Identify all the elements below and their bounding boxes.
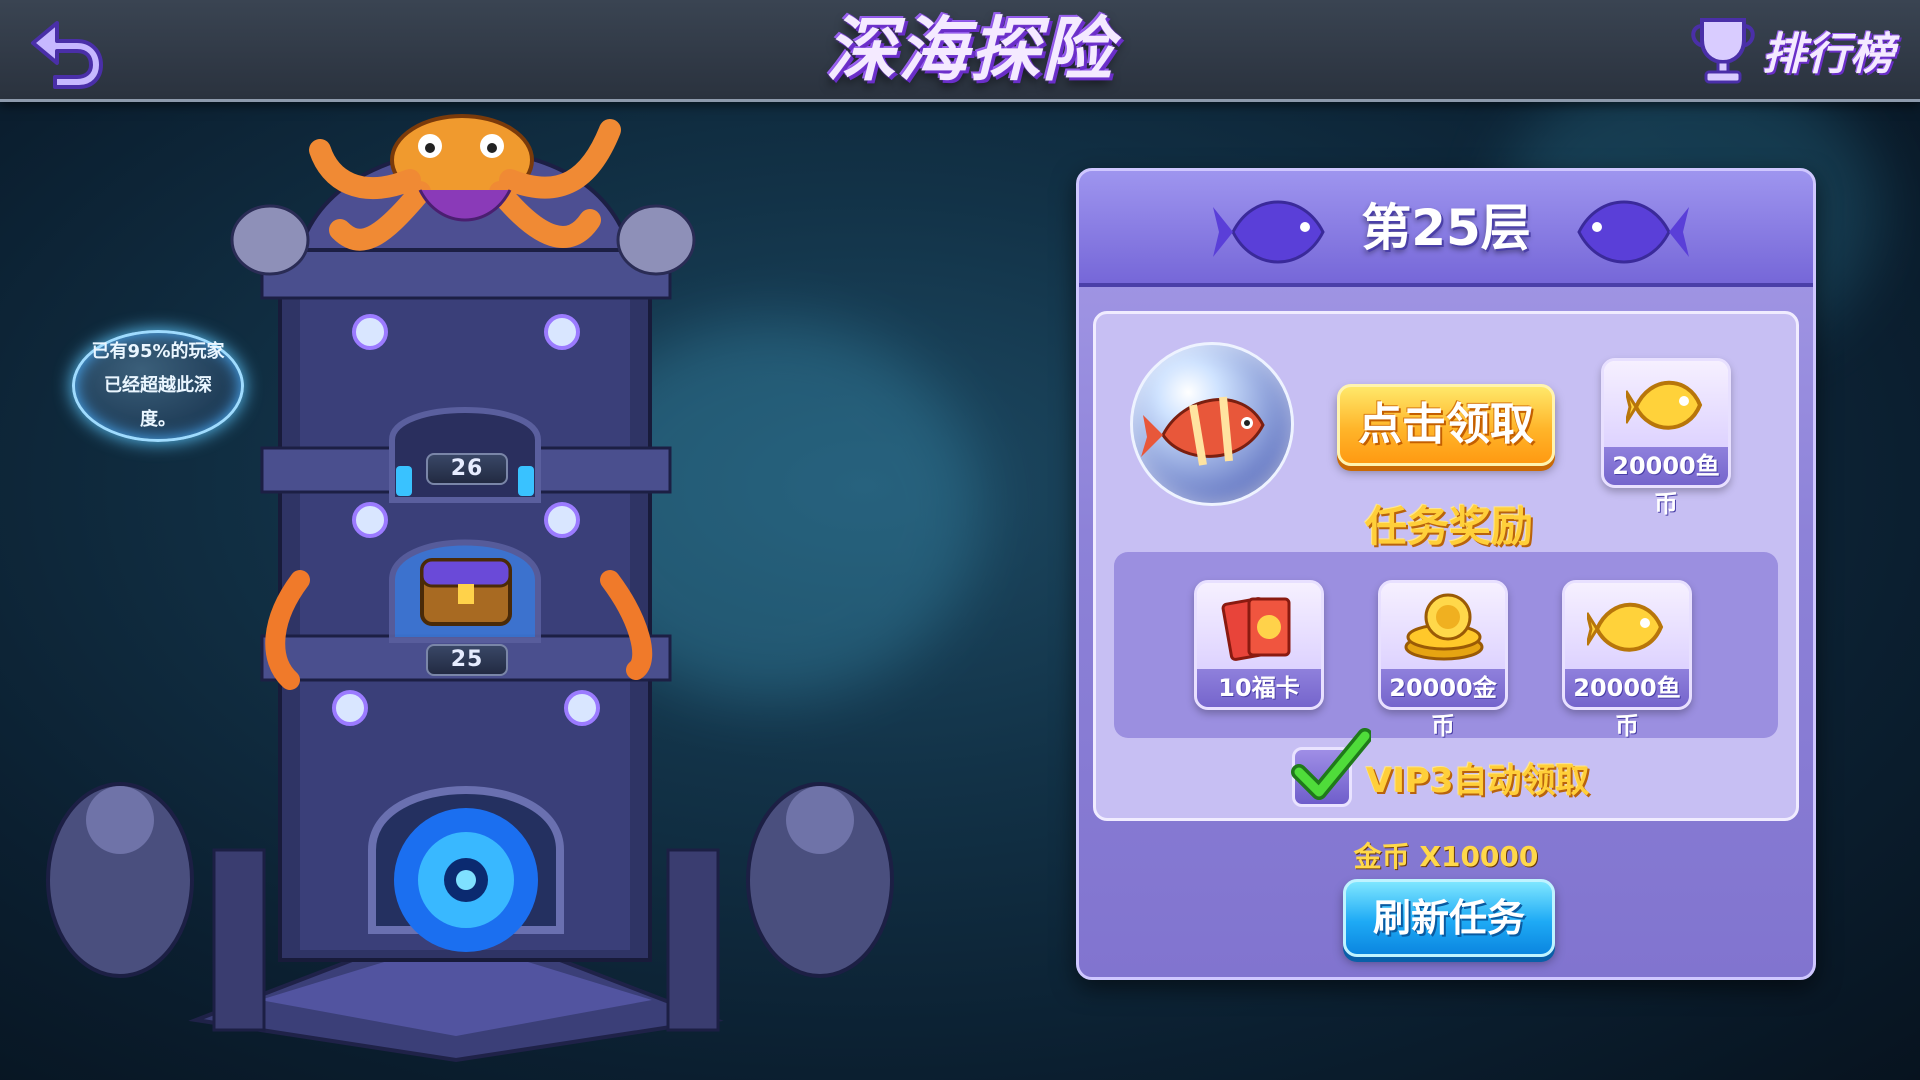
tower-scene: 已有95%的玩家已经超越此深度。 26 25 (0, 60, 920, 1080)
tower-illustration (46, 114, 894, 1063)
checkmark-icon (1291, 728, 1371, 800)
fish-decoration-icon (1213, 200, 1325, 264)
reward-card-fortune: 10福卡 (1194, 580, 1324, 710)
leaderboard-button[interactable]: 排行榜 (1688, 10, 1908, 90)
reward-label-fortune: 10福卡 (1197, 669, 1321, 707)
vip-auto-claim-row: VIP3自动领取 (1291, 728, 1612, 812)
top-reward-card: 20000鱼币 (1601, 358, 1731, 518)
floor-task-panel: 第25层 点击领取 20000鱼币 任务奖励 10福卡 20000金币 2000… (1076, 168, 1816, 980)
fish-decoration-icon (1577, 200, 1689, 264)
reward-card-fish-coin: 20000鱼币 (1562, 580, 1692, 740)
reward-list: 10福卡 20000金币 20000鱼币 (1114, 552, 1778, 740)
floor-badge-26: 26 (426, 453, 508, 485)
refresh-cost-text: 金币 X10000 (1353, 840, 1539, 873)
reward-label-fish-coin: 20000鱼币 (1565, 669, 1689, 740)
clownfish-icon (1141, 396, 1265, 466)
panel-header: 第25层 (1079, 171, 1813, 287)
reward-card-gold: 20000金币 (1378, 580, 1508, 740)
task-reward-title: 任务奖励 (1364, 502, 1533, 551)
task-target-fish-icon (1130, 342, 1294, 506)
gold-coin-icon (1404, 593, 1484, 661)
fortune-card-icon (1221, 597, 1291, 661)
depth-tip-bubble: 已有95%的玩家已经超越此深度。 (72, 330, 244, 442)
floor-title: 第25层 (1361, 199, 1531, 257)
reward-label-gold: 20000金币 (1381, 669, 1505, 740)
vip-auto-claim-checkbox[interactable] (1291, 728, 1371, 807)
vip-auto-claim-label: VIP3自动领取 (1366, 760, 1590, 801)
refresh-task-button[interactable]: 刷新任务 (1343, 879, 1555, 957)
task-box: 点击领取 20000鱼币 任务奖励 10福卡 20000金币 20000鱼币 V… (1093, 311, 1799, 821)
claim-button[interactable]: 点击领取 (1337, 384, 1555, 466)
leaderboard-label: 排行榜 (1762, 29, 1894, 80)
fish-coin-icon (1587, 602, 1664, 652)
floor-badge-25: 25 (426, 644, 508, 676)
top-reward-label: 20000鱼币 (1604, 447, 1728, 518)
fish-coin-icon (1626, 380, 1703, 430)
depth-tip-text: 已有95%的玩家已经超越此深度。 (91, 341, 225, 430)
trophy-icon (1691, 18, 1755, 84)
